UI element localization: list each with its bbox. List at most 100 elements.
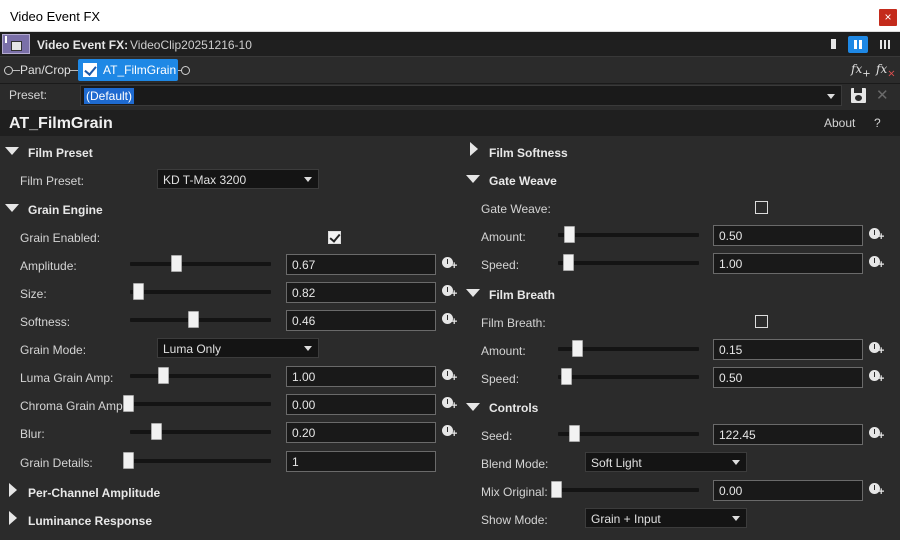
collapse-arrow-icon[interactable] [5, 147, 19, 155]
luma-grain-amp-label: Luma Grain Amp: [20, 371, 114, 385]
collapse-arrow-icon[interactable] [466, 289, 480, 297]
add-plugin-icon[interactable]: fx+ [851, 62, 871, 79]
keyframe-clock-icon[interactable] [869, 482, 886, 499]
softness-input[interactable]: 0.46 [286, 310, 436, 331]
section-film-softness[interactable]: Film Softness [489, 146, 568, 160]
section-controls[interactable]: Controls [489, 401, 538, 415]
collapse-arrow-icon[interactable] [466, 175, 480, 183]
show-mode-value: Grain + Input [591, 512, 661, 526]
seed-slider-handle[interactable] [569, 425, 580, 442]
preset-dropdown[interactable]: (Default) [80, 85, 842, 106]
delete-preset-icon[interactable]: ✕ [876, 86, 889, 104]
film-breath-checkbox[interactable] [755, 315, 768, 328]
grain-enabled-checkbox[interactable] [328, 231, 341, 244]
luma-grain-amp-slider-handle[interactable] [158, 367, 169, 384]
show-mode-dropdown[interactable]: Grain + Input [585, 508, 747, 528]
three-pane-layout-icon[interactable] [876, 36, 894, 53]
film-breath-speed-slider-handle[interactable] [561, 368, 572, 385]
grain-details-slider[interactable] [130, 459, 271, 463]
expand-arrow-icon[interactable] [470, 142, 478, 156]
chroma-grain-amp-slider[interactable] [130, 402, 271, 406]
clip-name: VideoClip20251216-10 [130, 38, 252, 52]
section-per-channel-amplitude[interactable]: Per-Channel Amplitude [28, 486, 160, 500]
collapse-arrow-icon[interactable] [466, 403, 480, 411]
mix-original-input[interactable]: 0.00 [713, 480, 863, 501]
grain-mode-dropdown[interactable]: Luma Only [157, 338, 319, 358]
collapse-arrow-icon[interactable] [5, 204, 19, 212]
amplitude-input[interactable]: 0.67 [286, 254, 436, 275]
gate-weave-amount-slider[interactable] [558, 233, 699, 237]
keyframe-clock-icon[interactable] [869, 255, 886, 272]
film-breath-speed-label: Speed: [481, 372, 520, 386]
two-pane-layout-icon[interactable] [848, 36, 868, 53]
film-preset-dropdown[interactable]: KD T-Max 3200 [157, 169, 319, 189]
expand-arrow-icon[interactable] [9, 511, 17, 525]
single-pane-layout-icon[interactable] [826, 36, 844, 53]
seed-input[interactable]: 122.45 [713, 424, 863, 445]
grain-mode-value: Luma Only [163, 342, 222, 356]
section-film-preset[interactable]: Film Preset [28, 146, 93, 160]
amplitude-slider-handle[interactable] [171, 255, 182, 272]
keyframe-clock-icon[interactable] [442, 284, 459, 301]
section-luminance-response[interactable]: Luminance Response [28, 514, 152, 528]
keyframe-clock-icon[interactable] [442, 368, 459, 385]
size-input[interactable]: 0.82 [286, 282, 436, 303]
section-grain-engine[interactable]: Grain Engine [28, 203, 103, 217]
preset-label: Preset: [9, 88, 48, 102]
mix-original-slider[interactable] [558, 488, 699, 492]
film-breath-speed-input[interactable]: 0.50 [713, 367, 863, 388]
keyframe-clock-icon[interactable] [442, 396, 459, 413]
gate-weave-speed-label: Speed: [481, 258, 520, 272]
plugin-name: AT_FilmGrain [9, 115, 113, 132]
amplitude-slider[interactable] [130, 262, 271, 266]
keyframe-clock-icon[interactable] [442, 256, 459, 273]
film-breath-amount-slider-handle[interactable] [572, 340, 583, 357]
blur-slider-handle[interactable] [151, 423, 162, 440]
luma-grain-amp-slider[interactable] [130, 374, 271, 378]
keyframe-clock-icon[interactable] [869, 341, 886, 358]
expand-arrow-icon[interactable] [9, 483, 17, 497]
remove-plugin-icon[interactable]: fx× [876, 62, 896, 79]
keyframe-clock-icon[interactable] [869, 426, 886, 443]
keyframe-clock-icon[interactable] [869, 369, 886, 386]
chevron-down-icon [732, 460, 740, 465]
chroma-grain-amp-input[interactable]: 0.00 [286, 394, 436, 415]
softness-slider[interactable] [130, 318, 271, 322]
gate-weave-amount-input[interactable]: 0.50 [713, 225, 863, 246]
chroma-grain-amp-slider-handle[interactable] [123, 395, 134, 412]
gate-weave-label: Gate Weave: [481, 202, 551, 216]
gate-weave-speed-input[interactable]: 1.00 [713, 253, 863, 274]
about-button[interactable]: About [824, 116, 855, 130]
chain-item-at-filmgrain[interactable]: AT_FilmGrain [78, 59, 178, 81]
gate-weave-speed-slider-handle[interactable] [563, 254, 574, 271]
keyframe-clock-icon[interactable] [442, 312, 459, 329]
fx-header: Video Event FX: VideoClip20251216-10 [0, 32, 900, 57]
save-preset-icon[interactable] [851, 88, 866, 103]
gate-weave-checkbox[interactable] [755, 201, 768, 214]
help-button[interactable]: ? [874, 116, 881, 130]
grain-details-slider-handle[interactable] [123, 452, 134, 469]
section-gate-weave[interactable]: Gate Weave [489, 174, 557, 188]
luma-grain-amp-input[interactable]: 1.00 [286, 366, 436, 387]
grain-enabled-label: Grain Enabled: [20, 231, 101, 245]
size-slider-handle[interactable] [133, 283, 144, 300]
film-breath-speed-slider[interactable] [558, 375, 699, 379]
plugin-enable-checkbox[interactable] [83, 63, 97, 77]
mix-original-slider-handle[interactable] [551, 481, 562, 498]
gate-weave-amount-slider-handle[interactable] [564, 226, 575, 243]
film-breath-amount-input[interactable]: 0.15 [713, 339, 863, 360]
gate-weave-speed-slider[interactable] [558, 261, 699, 265]
close-button[interactable]: × [879, 9, 897, 26]
blur-input[interactable]: 0.20 [286, 422, 436, 443]
keyframe-clock-icon[interactable] [442, 424, 459, 441]
keyframe-clock-icon[interactable] [869, 227, 886, 244]
softness-slider-handle[interactable] [188, 311, 199, 328]
section-film-breath[interactable]: Film Breath [489, 288, 555, 302]
size-slider[interactable] [130, 290, 271, 294]
chain-item-pan-crop[interactable]: Pan/Crop [20, 63, 71, 77]
blend-mode-dropdown[interactable]: Soft Light [585, 452, 747, 472]
chain-connector [70, 70, 78, 71]
chain-connector [13, 70, 20, 71]
amplitude-label: Amplitude: [20, 259, 77, 273]
grain-details-input[interactable]: 1 [286, 451, 436, 472]
